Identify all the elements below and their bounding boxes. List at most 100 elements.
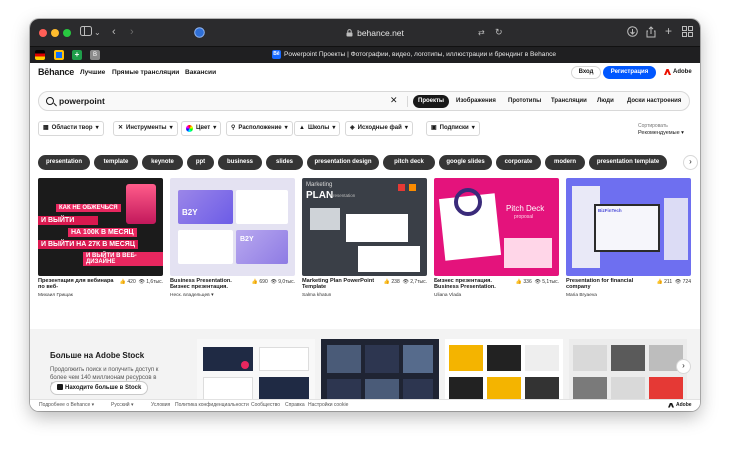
tab-overview-icon[interactable] [682,26,693,40]
stock-slide [365,345,399,373]
tab-streams[interactable]: Трансляции [546,95,592,108]
tag-chip[interactable]: ppt [187,155,214,170]
new-tab-icon[interactable]: + [665,25,672,37]
tag-chip[interactable]: slides [266,155,303,170]
card-author[interactable]: Неск. владельцев ▾ [170,293,213,298]
project-card[interactable]: Pitch Deck proposal [434,178,559,276]
share-icon[interactable] [646,26,656,41]
filter-schools[interactable]: ▲ Школы ▾ [294,121,341,136]
card-title[interactable]: Бизнес презентация. Business Presentatio… [434,278,516,291]
card-meta: Презентация для вебинара по веб- Михаил … [38,278,163,302]
translate-icon[interactable]: ⇄ [478,27,485,39]
filter-tools[interactable]: ✕ Инструменты ▾ [113,121,178,136]
footer-adobe-logo[interactable]: Adobe [668,402,692,408]
footer-privacy[interactable]: Политика конфиденциальности [175,402,249,408]
footer-community[interactable]: Сообщество [251,402,280,408]
footer-language[interactable]: Русский ▾ [111,402,133,408]
favorite-gray-icon[interactable]: B [90,50,100,60]
zoom-window-button[interactable] [63,29,71,37]
chevron-down-icon: ▾ [471,125,475,131]
project-card[interactable]: КАК НЕ ОБЖЕЧЬСЯ И ВЫЙТИ НА 100К В МЕСЯЦ … [38,178,163,276]
tag-chip[interactable]: modern [545,155,585,170]
tab-images[interactable]: Изображения [451,95,501,108]
search-input[interactable]: powerpoint [59,96,105,106]
tab-title: Powerpoint Проекты | Фотографии, видео, … [284,51,557,58]
filter-location[interactable]: ⚲ Расположение ▾ [226,121,293,136]
adobe-logo[interactable]: Adobe [664,69,692,75]
card-image-slide [358,246,420,272]
card-author[interactable]: Salma khatun [302,293,331,298]
nav-link-livestreams[interactable]: Прямые трансляции [112,69,179,76]
filter-creative-fields[interactable]: ▦ Области твор ▾ [38,121,104,136]
adobe-icon [668,402,674,408]
filter-subscriptions[interactable]: ▣ Подписки ▾ [426,121,480,136]
clear-search-icon[interactable]: ✕ [390,95,398,106]
tag-chip[interactable]: template [94,155,138,170]
chevron-down-icon[interactable]: ⌄ [94,27,101,39]
footer-cookie-settings[interactable]: Настройки cookie [308,402,348,408]
page-content: Bēhance Лучшие Прямые трансляции Ваканси… [30,63,700,411]
tag-chip[interactable]: presentation template [589,155,667,170]
tag-chip[interactable]: pitch deck [383,155,435,170]
address-bar[interactable]: behance.net [280,26,470,40]
sidebar-icon[interactable] [80,26,92,39]
back-icon[interactable]: ‹ [112,26,116,38]
nav-link-jobs[interactable]: Вакансии [185,69,216,76]
tag-chip[interactable]: business [218,155,262,170]
footer-about-behance[interactable]: Подробнее о Behance ▾ [39,402,94,408]
nav-link-best[interactable]: Лучшие [80,69,105,76]
privacy-shield-icon[interactable] [194,27,205,41]
filter-label: Цвет [196,125,211,131]
stock-next-button[interactable]: › [676,359,691,374]
chevron-down-icon: ▾ [169,125,173,131]
reload-icon[interactable]: ↻ [495,26,503,38]
project-card[interactable]: B2Y B2Y [170,178,295,276]
project-card[interactable]: BizFinTech [566,178,691,276]
view-count: 5,1тыс. [542,279,559,285]
card-author[interactable]: Михаил Грищак [38,293,73,298]
tag-chip[interactable]: presentation [38,155,90,170]
favorite-plus-icon[interactable]: + [72,50,82,60]
tags-next-button[interactable]: › [683,155,698,170]
card-stats: 👍 238 👁 2,7тыс. [384,279,427,285]
stock-more-button[interactable]: Находите больше в Stock [50,381,149,395]
card-title[interactable]: Презентация для вебинара по веб- [38,278,120,291]
footer-help[interactable]: Справка [285,402,305,408]
login-button[interactable]: Вход [571,66,601,79]
card-meta: Marketing Plan PowerPoint Template Salma… [302,278,427,302]
filter-source-files[interactable]: ◈ Исходные фай ▾ [345,121,413,136]
active-tab[interactable]: Bē Powerpoint Проекты | Фотографии, виде… [272,50,556,59]
filter-label: Исходные фай [357,125,402,131]
card-author[interactable]: Uliana Vlada [434,293,461,298]
minimize-window-button[interactable] [51,29,59,37]
behance-logo[interactable]: Bēhance [38,67,74,77]
subscription-icon: ▣ [431,125,437,131]
stock-title: Больше на Adobe Stock [50,351,145,360]
card-title[interactable]: Business Presentation. Бизнес презентаци… [170,278,252,291]
footer-terms[interactable]: Условия [151,402,170,408]
forward-icon[interactable]: › [130,26,134,38]
tab-moodboards[interactable]: Доски настроения [622,95,686,108]
chevron-down-icon: ▾ [681,130,684,136]
register-button[interactable]: Регистрация [603,66,656,79]
card-author[interactable]: Maria Bryaeva [566,293,597,298]
sort-dropdown[interactable]: Рекомендуемые ▾ [638,130,684,136]
tab-people[interactable]: Люди [592,95,619,108]
tab-projects[interactable]: Проекты [413,95,450,108]
tab-prototypes[interactable]: Прототипы [503,95,546,108]
close-window-button[interactable] [39,29,47,37]
search-bar[interactable]: powerpoint ✕ Проекты Изображения Прототи… [38,91,690,111]
favorite-germany-flag-icon[interactable] [35,50,45,60]
filter-color[interactable]: Цвет ▾ [181,121,222,136]
project-card[interactable]: Marketing PLAN Presentation [302,178,427,276]
card-stats: 👍 211 👁 724 [657,279,691,285]
tag-chip[interactable]: presentation design [307,155,379,170]
card-title[interactable]: Presentation for financial company [566,278,648,291]
tag-chip[interactable]: keynote [142,155,183,170]
favorite-tile-icon[interactable] [54,50,64,60]
card-title[interactable]: Marketing Plan PowerPoint Template [302,278,384,291]
tag-chip[interactable]: google slides [439,155,492,170]
tag-chip[interactable]: corporate [496,155,541,170]
download-icon[interactable] [627,26,638,40]
card-meta: Бизнес презентация. Business Presentatio… [434,278,559,302]
